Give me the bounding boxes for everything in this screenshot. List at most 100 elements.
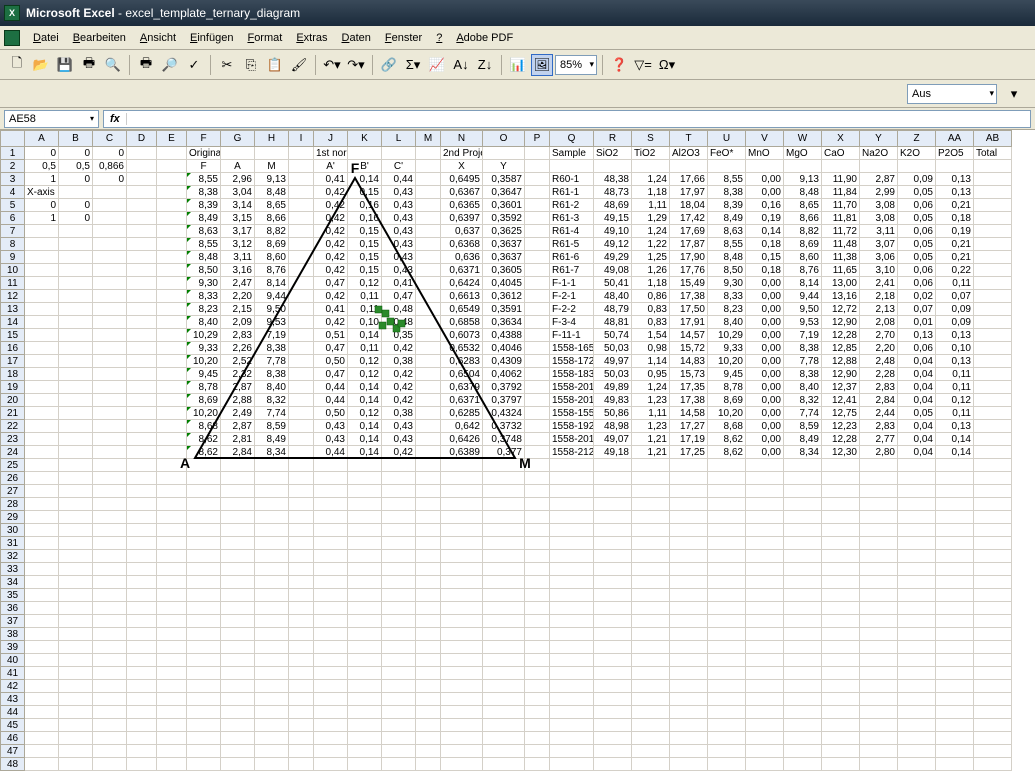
cell[interactable]	[93, 563, 127, 576]
row-header[interactable]: 17	[0, 355, 25, 368]
cell[interactable]	[898, 667, 936, 680]
paste-icon[interactable]: 📋	[264, 54, 286, 76]
cell[interactable]: 0,13	[898, 329, 936, 342]
cell[interactable]: 9,53	[255, 316, 289, 329]
cell[interactable]: 0,14	[746, 225, 784, 238]
cell[interactable]	[632, 602, 670, 615]
cell[interactable]: 8,50	[187, 264, 221, 277]
cell[interactable]	[860, 160, 898, 173]
cell[interactable]: 8,40	[255, 381, 289, 394]
cell[interactable]: 9,44	[784, 290, 822, 303]
cell[interactable]: 0,04	[898, 394, 936, 407]
row-header[interactable]: 40	[0, 654, 25, 667]
cell[interactable]: 8,55	[708, 173, 746, 186]
cell[interactable]	[25, 368, 59, 381]
cell[interactable]	[936, 576, 974, 589]
cell[interactable]: 0,00	[746, 290, 784, 303]
cell[interactable]: 0	[93, 173, 127, 186]
cell[interactable]	[93, 602, 127, 615]
cell[interactable]: R61-4	[550, 225, 594, 238]
cell[interactable]	[25, 667, 59, 680]
cell[interactable]	[59, 615, 93, 628]
cell[interactable]	[974, 563, 1012, 576]
cell[interactable]: 12,85	[822, 342, 860, 355]
col-header-Z[interactable]: Z	[898, 130, 936, 147]
cell[interactable]	[525, 303, 550, 316]
cell[interactable]	[936, 550, 974, 563]
cell[interactable]	[255, 615, 289, 628]
cell[interactable]	[157, 472, 187, 485]
cell[interactable]	[157, 563, 187, 576]
cell[interactable]	[289, 459, 314, 472]
cell[interactable]	[221, 537, 255, 550]
cell[interactable]	[525, 576, 550, 589]
cell[interactable]: 0,3612	[483, 290, 525, 303]
row-header[interactable]: 37	[0, 615, 25, 628]
cell[interactable]: X	[441, 160, 483, 173]
cell[interactable]	[221, 602, 255, 615]
cell[interactable]	[187, 667, 221, 680]
cell[interactable]: 8,34	[255, 446, 289, 459]
cell[interactable]	[670, 563, 708, 576]
cell[interactable]	[670, 537, 708, 550]
cell[interactable]	[314, 667, 348, 680]
row-header[interactable]: 27	[0, 485, 25, 498]
cell[interactable]	[157, 186, 187, 199]
cell[interactable]	[127, 290, 157, 303]
cell[interactable]	[348, 472, 382, 485]
cell[interactable]: 0,6858	[441, 316, 483, 329]
cell[interactable]	[314, 537, 348, 550]
cell[interactable]	[157, 407, 187, 420]
cell[interactable]	[632, 524, 670, 537]
cell[interactable]	[127, 446, 157, 459]
cell[interactable]	[974, 238, 1012, 251]
cell[interactable]	[974, 602, 1012, 615]
cell[interactable]	[416, 355, 441, 368]
cell[interactable]	[416, 342, 441, 355]
menu-daten[interactable]: Daten	[335, 29, 378, 47]
cell[interactable]: 0,43	[382, 251, 416, 264]
cell[interactable]	[784, 667, 822, 680]
row-header[interactable]: 13	[0, 303, 25, 316]
menu-fenster[interactable]: Fenster	[378, 29, 429, 47]
cell[interactable]	[127, 186, 157, 199]
cell[interactable]	[708, 498, 746, 511]
cell[interactable]	[784, 654, 822, 667]
cell[interactable]	[974, 277, 1012, 290]
cell[interactable]: 0,38	[382, 407, 416, 420]
cell[interactable]	[187, 693, 221, 706]
cell[interactable]	[93, 524, 127, 537]
cell[interactable]: 0,14	[348, 420, 382, 433]
cell[interactable]	[483, 745, 525, 758]
cell[interactable]	[93, 693, 127, 706]
cell[interactable]: 8,78	[708, 381, 746, 394]
cell[interactable]	[289, 394, 314, 407]
cell[interactable]	[314, 693, 348, 706]
cell[interactable]	[59, 511, 93, 524]
cell[interactable]	[860, 498, 898, 511]
cell[interactable]	[382, 459, 416, 472]
cell[interactable]: 0,00	[746, 420, 784, 433]
cell[interactable]	[483, 472, 525, 485]
cell[interactable]: 8,65	[255, 199, 289, 212]
cell[interactable]	[157, 303, 187, 316]
cell[interactable]: 0,04	[898, 446, 936, 459]
cell[interactable]	[441, 498, 483, 511]
cell[interactable]: 9,33	[708, 342, 746, 355]
cell[interactable]	[59, 316, 93, 329]
cell[interactable]: 8,59	[784, 420, 822, 433]
cell[interactable]	[974, 732, 1012, 745]
cell[interactable]	[25, 654, 59, 667]
cell[interactable]: 2,26	[221, 342, 255, 355]
row-header[interactable]: 15	[0, 329, 25, 342]
cell[interactable]: 48,38	[594, 173, 632, 186]
cell[interactable]	[670, 719, 708, 732]
cell[interactable]	[550, 615, 594, 628]
menu-?[interactable]: ?	[429, 29, 449, 47]
cell[interactable]	[314, 680, 348, 693]
cell[interactable]	[594, 472, 632, 485]
cell[interactable]	[822, 511, 860, 524]
cell[interactable]	[59, 589, 93, 602]
cell[interactable]	[127, 368, 157, 381]
cell[interactable]: 3,08	[860, 199, 898, 212]
